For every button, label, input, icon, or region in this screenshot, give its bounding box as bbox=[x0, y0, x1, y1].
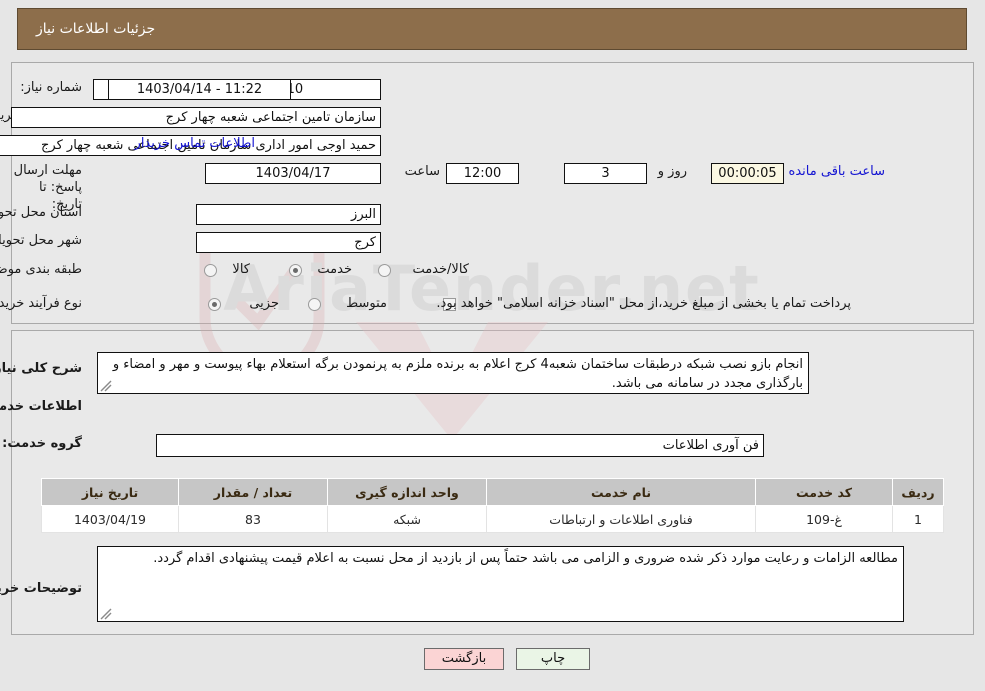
deadline-time-label: ساعت bbox=[404, 164, 440, 179]
deadline-time-value: 12:00 bbox=[446, 163, 519, 184]
cell-need-date: 1403/04/19 bbox=[41, 505, 179, 533]
general-description-label: شرح کلی نیاز: bbox=[0, 361, 82, 376]
col-quantity: تعداد / مقدار bbox=[178, 478, 328, 506]
service-group-label: گروه خدمت: bbox=[2, 436, 82, 451]
deadline-days-label: روز و bbox=[657, 164, 687, 179]
buyer-notes-label: توضیحات خریدار: bbox=[0, 581, 82, 596]
purchase-type-radio-medium[interactable] bbox=[308, 298, 321, 311]
window-title-bar: جزئیات اطلاعات نیاز bbox=[17, 8, 967, 50]
announce-datetime-value: 11:22 - 1403/04/14 bbox=[108, 79, 291, 100]
print-button[interactable]: چاپ bbox=[516, 648, 590, 670]
buyer-notes-text: مطالعه الزامات و رعایت موارد ذکر شده ضرو… bbox=[153, 551, 898, 566]
category-radio-khedmat[interactable] bbox=[289, 264, 302, 277]
deadline-label-line1: مهلت ارسال پاسخ: تا bbox=[13, 163, 82, 195]
delivery-city-value: کرج bbox=[196, 232, 381, 253]
buyer-notes-value[interactable]: مطالعه الزامات و رعایت موارد ذکر شده ضرو… bbox=[97, 546, 904, 622]
category-label: طبقه بندی موضوعی: bbox=[0, 262, 82, 277]
category-option-label-kala-khedmat: کالا/خدمت bbox=[412, 262, 469, 277]
delivery-province-value: البرز bbox=[196, 204, 381, 225]
general-description-text: انجام بازو نصب شبکه درطبقات ساختمان شعبه… bbox=[112, 357, 803, 391]
table-header-row: ردیف کد خدمت نام خدمت واحد اندازه گیری ت… bbox=[41, 478, 944, 506]
table-row: 1 غ-109 فناوری اطلاعات و ارتباطات شبکه 8… bbox=[41, 505, 944, 533]
cell-unit: شبکه bbox=[327, 505, 487, 533]
buyer-contact-link[interactable]: اطلاعات تماس خریدار bbox=[135, 136, 255, 151]
category-radio-kala-khedmat[interactable] bbox=[378, 264, 391, 277]
buyer-org-value: سازمان تامین اجتماعی شعبه چهار کرج bbox=[11, 107, 381, 128]
back-button[interactable]: بازگشت bbox=[424, 648, 504, 670]
category-option-label-khedmat: خدمت bbox=[317, 262, 352, 277]
deadline-countdown-value: 00:00:05 bbox=[711, 163, 784, 184]
resize-grip-icon[interactable] bbox=[100, 380, 112, 392]
category-option-label-kala: کالا bbox=[232, 262, 250, 277]
page-root: AriaTender.net جزئیات اطلاعات نیاز شماره… bbox=[0, 0, 985, 691]
cell-row-no: 1 bbox=[892, 505, 944, 533]
services-section-heading: اطلاعات خدمات مورد نیاز bbox=[0, 399, 82, 414]
delivery-city-label: شهر محل تحویل: bbox=[0, 233, 82, 248]
need-number-label: شماره نیاز: bbox=[20, 80, 82, 95]
deadline-countdown-label: ساعت باقی مانده bbox=[788, 164, 885, 179]
deadline-days-value: 3 bbox=[564, 163, 647, 184]
delivery-province-label: استان محل تحویل: bbox=[0, 205, 82, 220]
need-info-panel bbox=[11, 62, 974, 324]
col-service-code: کد خدمت bbox=[755, 478, 893, 506]
col-unit: واحد اندازه گیری bbox=[327, 478, 487, 506]
purchase-type-label: نوع فرآیند خرید : bbox=[0, 296, 82, 311]
resize-grip-icon-notes[interactable] bbox=[100, 608, 112, 620]
general-description-value[interactable]: انجام بازو نصب شبکه درطبقات ساختمان شعبه… bbox=[97, 352, 809, 394]
category-radio-kala[interactable] bbox=[204, 264, 217, 277]
col-service-name: نام خدمت bbox=[486, 478, 756, 506]
services-table: ردیف کد خدمت نام خدمت واحد اندازه گیری ت… bbox=[41, 478, 944, 533]
service-group-value: فن آوری اطلاعات bbox=[156, 434, 764, 457]
cell-service-code: غ-109 bbox=[755, 505, 893, 533]
purchase-type-label-partial: جزیی bbox=[249, 296, 279, 311]
col-need-date: تاریخ نیاز bbox=[41, 478, 179, 506]
purchase-type-label-medium: متوسط bbox=[346, 296, 387, 311]
deadline-date-value: 1403/04/17 bbox=[205, 163, 381, 184]
page-title: جزئیات اطلاعات نیاز bbox=[36, 21, 156, 37]
treasury-bond-note: پرداخت تمام یا بخشی از مبلغ خرید،از محل … bbox=[436, 296, 851, 311]
purchase-type-radio-partial[interactable] bbox=[208, 298, 221, 311]
cell-quantity: 83 bbox=[178, 505, 328, 533]
cell-service-name: فناوری اطلاعات و ارتباطات bbox=[486, 505, 756, 533]
col-row-no: ردیف bbox=[892, 478, 944, 506]
